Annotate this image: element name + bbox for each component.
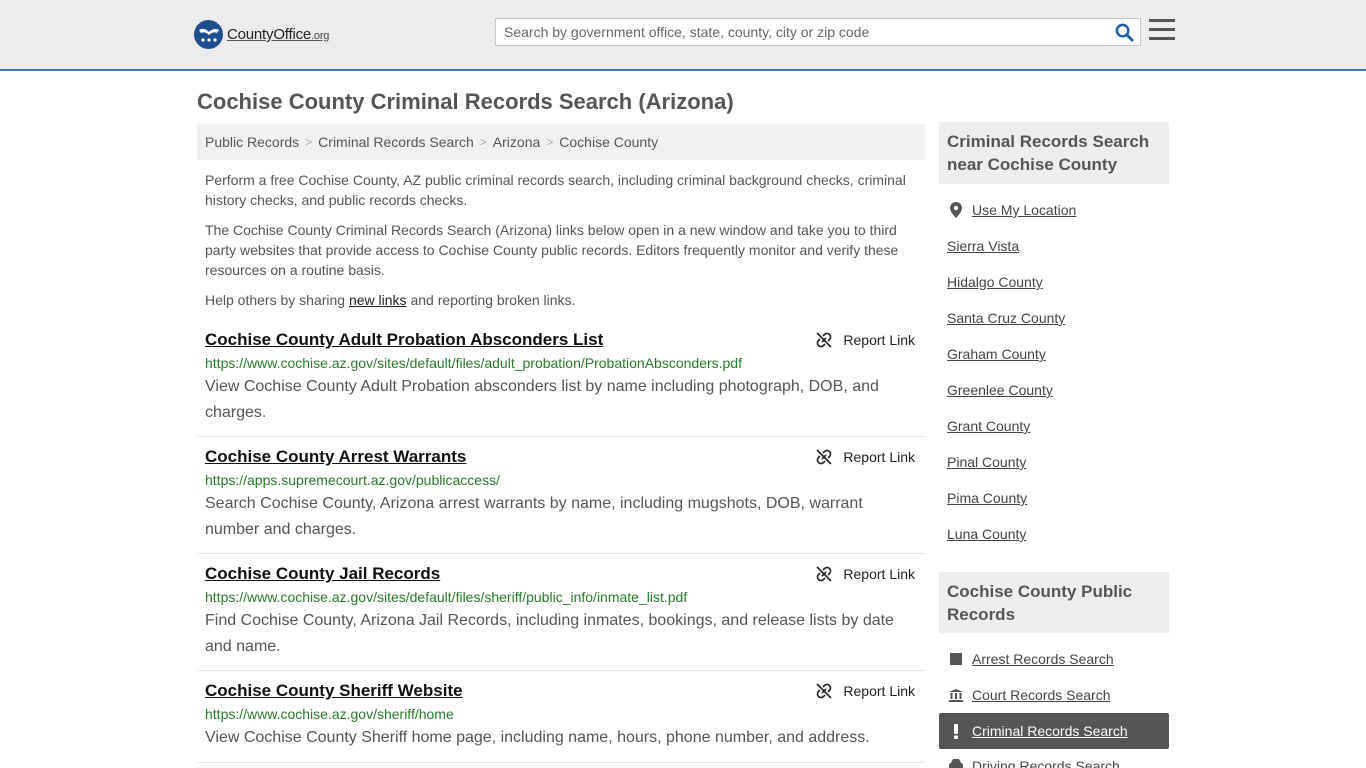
breadcrumb: Public Records > Criminal Records Search…	[197, 124, 925, 160]
breadcrumb-cochise-county[interactable]: Cochise County	[559, 134, 658, 150]
result-item: Cochise County Sheriff Website Report Li…	[197, 681, 925, 763]
result-title-link[interactable]: Cochise County Sheriff Website	[205, 681, 463, 701]
use-my-location-link[interactable]: Use My Location	[972, 202, 1076, 218]
report-link-button[interactable]: Report Link	[816, 566, 915, 582]
breadcrumb-arizona[interactable]: Arizona	[493, 134, 540, 150]
result-item: Cochise County Adult Probation Absconder…	[197, 330, 925, 437]
map-marker-icon	[948, 202, 964, 218]
breadcrumb-public-records[interactable]: Public Records	[205, 134, 299, 150]
chevron-right-icon: >	[546, 135, 554, 149]
site-logo[interactable]: CountyOffice.org	[194, 20, 329, 49]
result-description: View Cochise County Adult Probation absc…	[205, 378, 879, 421]
use-location-row: Use My Location	[939, 192, 1169, 228]
sidebar-public-records-heading: Cochise County Public Records	[939, 572, 1169, 633]
broken-link-icon	[816, 683, 832, 699]
intro-paragraph-3: Help others by sharing new links and rep…	[205, 292, 576, 308]
result-title-link[interactable]: Cochise County Adult Probation Absconder…	[205, 330, 603, 350]
sidebar-item-court-records[interactable]: Court Records Search	[939, 677, 1169, 713]
sidebar-item-arrest-records[interactable]: Arrest Records Search	[939, 641, 1169, 677]
intro-paragraph-2: The Cochise County Criminal Records Sear…	[205, 222, 899, 278]
nearby-link-luna-county[interactable]: Luna County	[947, 526, 1026, 542]
search-icon	[1115, 23, 1134, 42]
nearby-link-hidalgo-county[interactable]: Hidalgo County	[947, 274, 1043, 290]
logo-text: CountyOffice.org	[227, 26, 330, 43]
chevron-right-icon: >	[305, 135, 313, 149]
broken-link-icon	[816, 566, 832, 582]
search-input[interactable]	[496, 19, 1108, 45]
result-url-link[interactable]: https://www.cochise.az.gov/sites/default…	[205, 589, 687, 605]
nearby-link-greenlee-county[interactable]: Greenlee County	[947, 382, 1053, 398]
hamburger-menu-button[interactable]	[1149, 19, 1175, 43]
result-title-link[interactable]: Cochise County Jail Records	[205, 564, 440, 584]
criminal-records-search-link[interactable]: Criminal Records Search	[972, 723, 1128, 739]
result-url-link[interactable]: https://www.cochise.az.gov/sheriff/home	[205, 706, 454, 722]
logo-seal-icon	[194, 20, 223, 49]
court-records-search-link[interactable]: Court Records Search	[972, 687, 1111, 703]
search-button[interactable]	[1108, 19, 1140, 45]
chevron-right-icon: >	[479, 135, 487, 149]
result-item: Cochise County Jail Records Report Link …	[197, 564, 925, 671]
result-item: Cochise County Arrest Warrants Report Li…	[197, 447, 925, 554]
exclamation-icon	[948, 723, 964, 739]
sidebar-item-driving-records[interactable]: Driving Records Search	[939, 749, 1169, 768]
search-bar	[495, 18, 1141, 46]
nearby-link-grant-county[interactable]: Grant County	[947, 418, 1030, 434]
page-title: Cochise County Criminal Records Search (…	[197, 89, 734, 114]
report-link-button[interactable]: Report Link	[816, 449, 915, 465]
sidebar-nearby-heading: Criminal Records Search near Cochise Cou…	[939, 122, 1169, 184]
intro-paragraph-1: Perform a free Cochise County, AZ public…	[205, 172, 906, 208]
broken-link-icon	[816, 332, 832, 348]
result-description: View Cochise County Sheriff home page, i…	[205, 729, 870, 746]
result-description: Search Cochise County, Arizona arrest wa…	[205, 495, 863, 538]
nearby-link-santa-cruz-county[interactable]: Santa Cruz County	[947, 310, 1065, 326]
new-links-link[interactable]: new links	[349, 292, 407, 308]
car-icon	[948, 758, 964, 768]
driving-records-search-link[interactable]: Driving Records Search	[972, 758, 1120, 768]
nearby-link-sierra-vista[interactable]: Sierra Vista	[947, 238, 1019, 254]
arrest-records-search-link[interactable]: Arrest Records Search	[972, 651, 1114, 667]
breadcrumb-criminal-records-search[interactable]: Criminal Records Search	[318, 134, 474, 150]
broken-link-icon	[816, 449, 832, 465]
sidebar-item-criminal-records[interactable]: Criminal Records Search	[939, 713, 1169, 749]
result-url-link[interactable]: https://apps.supremecourt.az.gov/publica…	[205, 472, 500, 488]
result-title-link[interactable]: Cochise County Arrest Warrants	[205, 447, 466, 467]
nearby-link-pima-county[interactable]: Pima County	[947, 490, 1027, 506]
courthouse-icon	[948, 688, 964, 702]
square-icon	[948, 653, 964, 665]
result-description: Find Cochise County, Arizona Jail Record…	[205, 612, 894, 655]
report-link-button[interactable]: Report Link	[816, 683, 915, 699]
top-bar: CountyOffice.org	[0, 0, 1366, 71]
result-url-link[interactable]: https://www.cochise.az.gov/sites/default…	[205, 355, 742, 371]
report-link-button[interactable]: Report Link	[816, 332, 915, 348]
nearby-link-graham-county[interactable]: Graham County	[947, 346, 1046, 362]
nearby-link-pinal-county[interactable]: Pinal County	[947, 454, 1026, 470]
